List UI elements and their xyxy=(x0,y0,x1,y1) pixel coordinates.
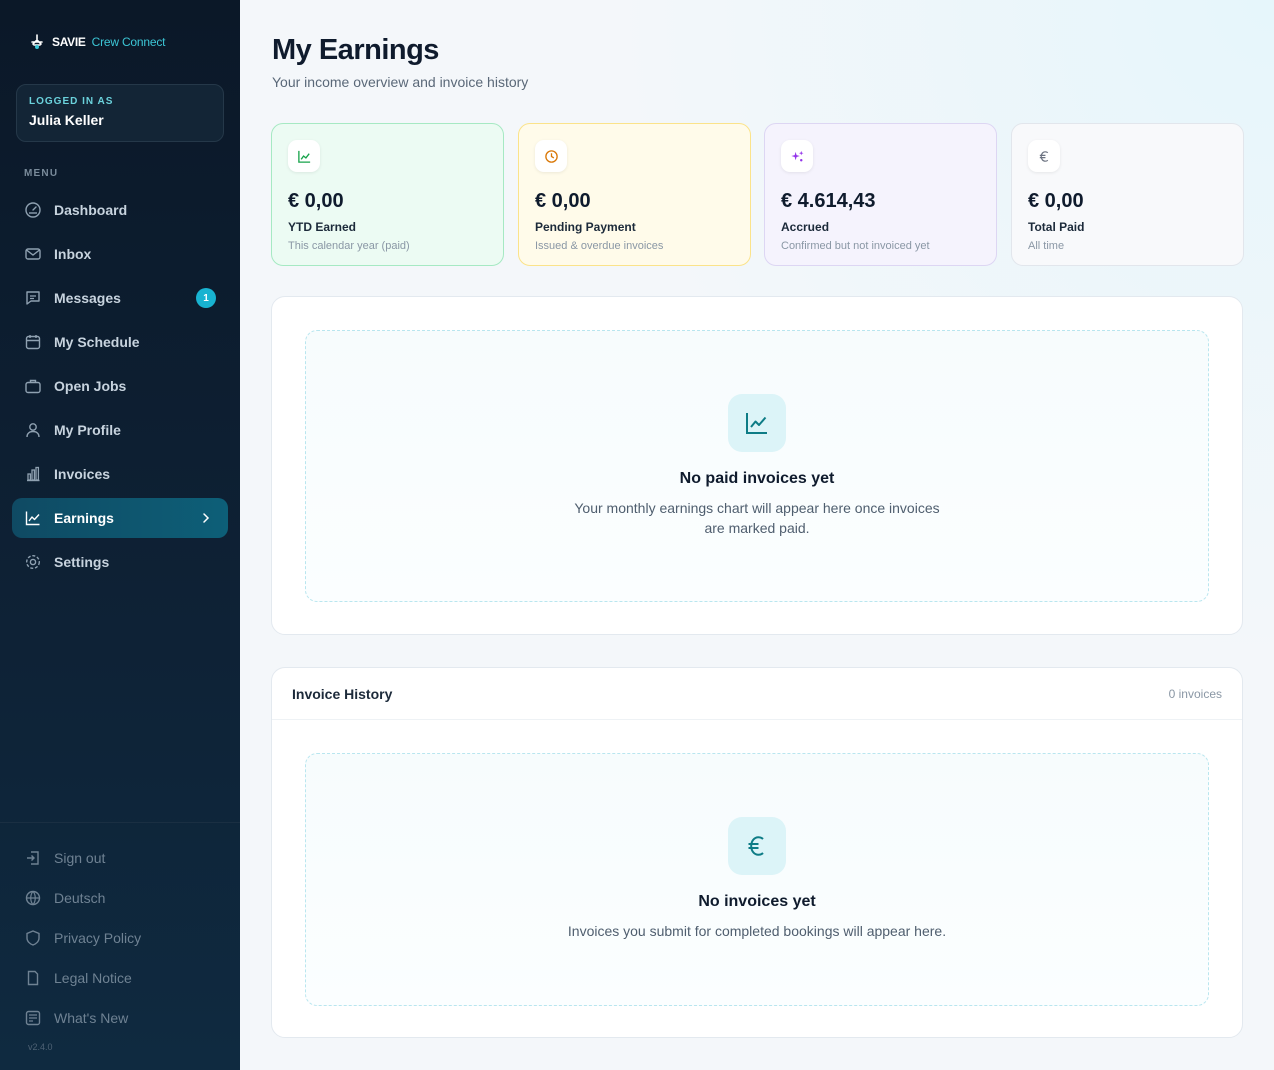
sidebar-footer: Sign out Deutsch Privacy Policy Legal No… xyxy=(12,838,228,1038)
stat-card-total-paid: € 0,00 Total Paid All time xyxy=(1011,123,1244,266)
page-subtitle: Your income overview and invoice history xyxy=(272,74,529,90)
sign-out-label: Sign out xyxy=(54,850,106,866)
user-icon xyxy=(24,421,42,439)
invoice-count: 0 invoices xyxy=(1168,686,1222,701)
privacy-policy-link[interactable]: Privacy Policy xyxy=(12,918,228,958)
dashboard-icon xyxy=(24,201,42,219)
bar-chart-icon xyxy=(24,465,42,483)
inbox-icon xyxy=(24,245,42,263)
earnings-chart-panel: No paid invoices yet Your monthly earnin… xyxy=(271,296,1243,635)
sidebar-item-open-jobs[interactable]: Open Jobs xyxy=(12,366,228,406)
stat-value: € 0,00 xyxy=(535,190,591,212)
messages-icon xyxy=(24,289,42,307)
sidebar-item-label: Settings xyxy=(54,554,110,570)
sidebar: SAVIE Crew Connect LOGGED IN AS Julia Ke… xyxy=(0,0,240,1070)
invoice-history-header: Invoice History 0 invoices xyxy=(272,668,1242,720)
brand-name: SAVIE xyxy=(52,35,86,49)
empty-state-description: Invoices you submit for completed bookin… xyxy=(567,923,947,939)
shield-icon xyxy=(24,929,42,947)
invoices-empty-state: No invoices yet Invoices you submit for … xyxy=(305,753,1209,1006)
sidebar-item-label: Messages xyxy=(54,290,121,306)
line-chart-icon xyxy=(728,394,786,452)
stats-row: € 0,00 YTD Earned This calendar year (pa… xyxy=(271,123,1244,266)
sidebar-item-my-schedule[interactable]: My Schedule xyxy=(12,322,228,362)
empty-state-description-line: are marked paid. xyxy=(704,520,810,536)
stat-label: Total Paid xyxy=(1028,220,1085,234)
brand-product: Crew Connect xyxy=(91,35,166,49)
stat-hint: Confirmed but not invoiced yet xyxy=(781,240,930,252)
main-content: My Earnings Your income overview and inv… xyxy=(240,0,1274,1070)
globe-icon xyxy=(24,889,42,907)
sidebar-item-settings[interactable]: Settings xyxy=(12,542,228,582)
menu-title: MENU xyxy=(24,168,59,179)
stat-value: € 0,00 xyxy=(1028,190,1084,212)
empty-state-title: No invoices yet xyxy=(698,893,816,910)
sidebar-item-label: Invoices xyxy=(54,466,111,482)
empty-state-description: Your monthly earnings chart will appear … xyxy=(306,498,1208,538)
empty-state-title: No paid invoices yet xyxy=(679,470,835,487)
chevron-right-icon xyxy=(198,510,214,526)
empty-state-description-line: Your monthly earnings chart will appear … xyxy=(574,500,940,516)
legal-notice-label: Legal Notice xyxy=(54,970,132,986)
page-title: My Earnings xyxy=(272,34,439,66)
user-card-label: LOGGED IN AS xyxy=(29,96,114,107)
sign-out-icon xyxy=(24,849,42,867)
stat-hint: All time xyxy=(1028,240,1065,252)
sidebar-item-label: Earnings xyxy=(54,510,114,526)
whats-new-link[interactable]: What's New xyxy=(12,998,228,1038)
legal-notice-link[interactable]: Legal Notice xyxy=(12,958,228,998)
brand-logo[interactable]: SAVIE Crew Connect xyxy=(28,32,165,52)
sidebar-item-earnings[interactable]: Earnings xyxy=(12,498,228,538)
line-chart-icon xyxy=(288,140,320,172)
line-chart-icon xyxy=(24,509,42,527)
sidebar-item-inbox[interactable]: Inbox 1 xyxy=(12,234,228,308)
user-name: Julia Keller xyxy=(29,112,104,128)
stat-value: € 0,00 xyxy=(288,190,344,212)
main-nav: Dashboard Inbox 1 Messages My Schedule O… xyxy=(12,190,228,586)
news-icon xyxy=(24,1009,42,1027)
sign-out-link[interactable]: Sign out xyxy=(12,838,228,878)
sidebar-item-dashboard[interactable]: Dashboard xyxy=(12,190,228,230)
document-icon xyxy=(24,969,42,987)
invoice-history-title: Invoice History xyxy=(292,685,393,702)
sidebar-item-label: Open Jobs xyxy=(54,378,127,394)
stat-card-ytd-earned: € 0,00 YTD Earned This calendar year (pa… xyxy=(271,123,504,266)
stat-label: Accrued xyxy=(781,220,830,234)
user-card: LOGGED IN AS Julia Keller xyxy=(16,84,224,142)
stat-card-pending-payment: € 0,00 Pending Payment Issued & overdue … xyxy=(518,123,751,266)
app-version: v2.4.0 xyxy=(28,1042,53,1052)
stat-hint: Issued & overdue invoices xyxy=(535,240,664,252)
sidebar-item-label: My Profile xyxy=(54,422,121,438)
calendar-icon xyxy=(24,333,42,351)
stat-value: € 4.614,43 xyxy=(781,190,876,212)
invoice-history-panel: Invoice History 0 invoices No invoices y… xyxy=(271,667,1243,1038)
language-label: Deutsch xyxy=(54,890,106,906)
briefcase-icon xyxy=(24,377,42,395)
privacy-policy-label: Privacy Policy xyxy=(54,930,142,946)
sidebar-item-messages[interactable]: Messages xyxy=(12,278,228,318)
stat-label: YTD Earned xyxy=(288,220,357,234)
stat-label: Pending Payment xyxy=(535,220,636,234)
sidebar-item-invoices[interactable]: Invoices xyxy=(12,454,228,494)
sidebar-item-label: My Schedule xyxy=(54,334,140,350)
language-switch[interactable]: Deutsch xyxy=(12,878,228,918)
euro-icon xyxy=(728,817,786,875)
euro-icon xyxy=(1028,140,1060,172)
gear-icon xyxy=(24,553,42,571)
logo-icon xyxy=(28,33,46,51)
sidebar-item-my-profile[interactable]: My Profile xyxy=(12,410,228,450)
stat-card-accrued: € 4.614,43 Accrued Confirmed but not inv… xyxy=(764,123,997,266)
whats-new-label: What's New xyxy=(54,1010,129,1026)
clock-icon xyxy=(535,140,567,172)
stat-hint: This calendar year (paid) xyxy=(288,240,410,252)
sidebar-divider xyxy=(0,822,240,823)
sidebar-item-label: Inbox xyxy=(54,246,92,262)
sparkles-icon xyxy=(781,140,813,172)
sidebar-item-label: Dashboard xyxy=(54,202,128,218)
chart-empty-state: No paid invoices yet Your monthly earnin… xyxy=(305,330,1209,602)
